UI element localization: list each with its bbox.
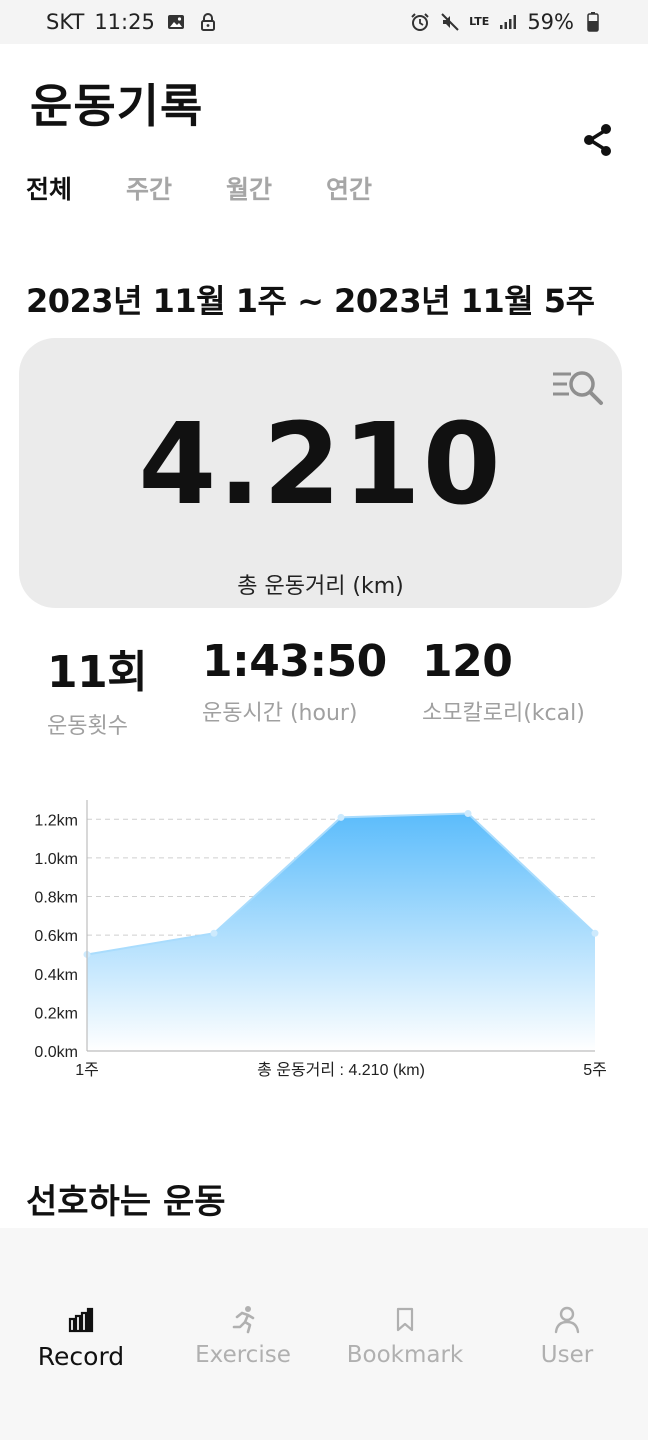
stat-time-value: 1:43:50	[202, 636, 387, 687]
bookmark-icon	[324, 1302, 486, 1338]
distance-chart-svg: 0.0km 0.2km 0.4km 0.6km 0.8km 1.0km 1.2km 1주 5주 총…	[34, 800, 607, 1079]
gallery-icon	[165, 11, 187, 33]
y-tick-label: 1.0km	[34, 851, 78, 868]
page-title: 운동기록	[30, 79, 204, 133]
status-time: 11:25	[94, 10, 155, 34]
nav-exercise-label: Exercise	[195, 1342, 291, 1368]
y-tick-label: 0.4km	[34, 967, 78, 984]
nav-bookmark[interactable]: Bookmark	[324, 1302, 486, 1368]
lock-icon	[197, 11, 219, 33]
share-button[interactable]	[578, 120, 618, 160]
total-distance-value: 4.210	[138, 400, 503, 530]
y-tick-label: 1.2km	[34, 812, 78, 829]
x-tick-label: 5주	[583, 1062, 607, 1079]
stat-calories-label: 소모칼로리(kcal)	[422, 701, 585, 726]
mute-icon	[439, 11, 461, 33]
data-point	[464, 810, 472, 818]
running-icon	[162, 1302, 324, 1338]
nav-record-label: Record	[37, 1342, 125, 1371]
tab-all[interactable]: 전체	[26, 170, 126, 206]
stat-calories-value: 120	[422, 636, 513, 687]
carrier-label: SKT	[46, 10, 85, 34]
tab-weekly[interactable]: 주간	[126, 170, 226, 206]
stat-count-value: 11회	[47, 647, 148, 698]
bottom-nav: Record Exercise Bookmark User	[0, 1228, 648, 1440]
period-tabs: 전체 주간 월간 연간	[26, 170, 426, 206]
x-axis-label: 총 운동거리 : 4.210 (km)	[257, 1061, 425, 1079]
stat-count-label: 운동횟수	[47, 714, 128, 739]
battery-icon	[582, 11, 604, 33]
alarm-icon	[409, 11, 431, 33]
battery-percent: 59%	[527, 10, 574, 34]
nav-bookmark-label: Bookmark	[346, 1342, 464, 1368]
y-tick-label: 0.6km	[34, 928, 78, 945]
summary-card: 4.210 총 운동거리 (km)	[19, 338, 622, 608]
favorite-exercise-title: 선호하는 운동	[26, 1182, 226, 1222]
y-tick-label: 0.8km	[34, 890, 78, 907]
nav-user[interactable]: User	[486, 1302, 648, 1368]
area-fill	[87, 813, 595, 1051]
period-range: 2023년 11월 1주 ~ 2023년 11월 5주	[26, 282, 595, 320]
data-point	[337, 813, 345, 821]
x-tick-label: 1주	[75, 1062, 99, 1079]
stat-time-label: 운동시간 (hour)	[202, 701, 358, 726]
stat-calories: 120 소모칼로리(kcal)	[422, 636, 585, 727]
data-point	[591, 929, 599, 937]
nav-user-label: User	[540, 1342, 594, 1368]
data-point	[210, 929, 218, 937]
distance-chart: 0.0km 0.2km 0.4km 0.6km 0.8km 1.0km 1.2km 1주 5주 총…	[0, 780, 648, 1100]
signal-icon	[497, 11, 519, 33]
total-distance-label: 총 운동거리 (km)	[237, 574, 404, 599]
nav-record[interactable]: Record	[0, 1302, 162, 1371]
stat-count: 11회 운동횟수	[47, 636, 148, 740]
header: 운동기록	[0, 44, 648, 156]
stat-time: 1:43:50 운동시간 (hour)	[202, 636, 387, 727]
y-tick-label: 0.0km	[34, 1044, 78, 1061]
nav-exercise[interactable]: Exercise	[162, 1302, 324, 1368]
lte-indicator: LTE	[469, 15, 490, 28]
user-icon	[486, 1302, 648, 1338]
tab-monthly[interactable]: 월간	[226, 170, 326, 206]
bar-chart-icon	[0, 1302, 162, 1338]
y-tick-label: 0.2km	[34, 1005, 78, 1022]
status-bar: SKT 11:25 LTE 59%	[0, 0, 648, 44]
tab-yearly[interactable]: 연간	[326, 170, 426, 206]
share-icon	[584, 124, 611, 156]
stats-row: 11회 운동횟수 1:43:50 운동시간 (hour) 120 소모칼로리(k…	[0, 636, 648, 739]
